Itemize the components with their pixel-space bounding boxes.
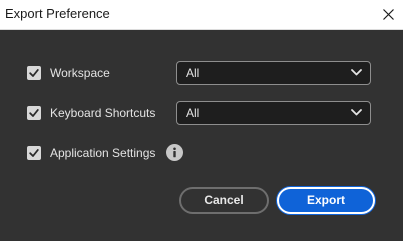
workspace-checkbox[interactable] xyxy=(27,66,41,80)
keyboard-shortcuts-label: Keyboard Shortcuts xyxy=(50,106,156,120)
cancel-button[interactable]: Cancel xyxy=(179,187,269,214)
chevron-down-icon xyxy=(351,69,362,76)
info-icon[interactable] xyxy=(166,144,183,161)
workspace-row: Workspace All xyxy=(0,59,403,87)
keyboard-shortcuts-select-value: All xyxy=(186,106,200,120)
keyboard-shortcuts-row: Keyboard Shortcuts All xyxy=(0,99,403,127)
close-button[interactable] xyxy=(373,0,403,29)
workspace-label: Workspace xyxy=(50,66,110,80)
application-settings-label: Application Settings xyxy=(50,146,156,160)
workspace-select-value: All xyxy=(186,66,200,80)
workspace-select[interactable]: All xyxy=(176,61,371,85)
application-settings-checkbox[interactable] xyxy=(27,146,41,160)
export-preference-dialog: Export Preference Workspace All Keyboard… xyxy=(0,0,403,241)
checkmark-icon xyxy=(29,69,39,77)
checkmark-icon xyxy=(29,109,39,117)
dialog-title: Export Preference xyxy=(5,6,110,21)
keyboard-shortcuts-checkbox[interactable] xyxy=(27,106,41,120)
title-bar: Export Preference xyxy=(0,0,403,30)
export-button[interactable]: Export xyxy=(277,187,375,214)
keyboard-shortcuts-select[interactable]: All xyxy=(176,101,371,125)
checkmark-icon xyxy=(29,149,39,157)
close-icon xyxy=(383,9,394,20)
application-settings-row: Application Settings xyxy=(0,139,403,167)
chevron-down-icon xyxy=(351,109,362,116)
